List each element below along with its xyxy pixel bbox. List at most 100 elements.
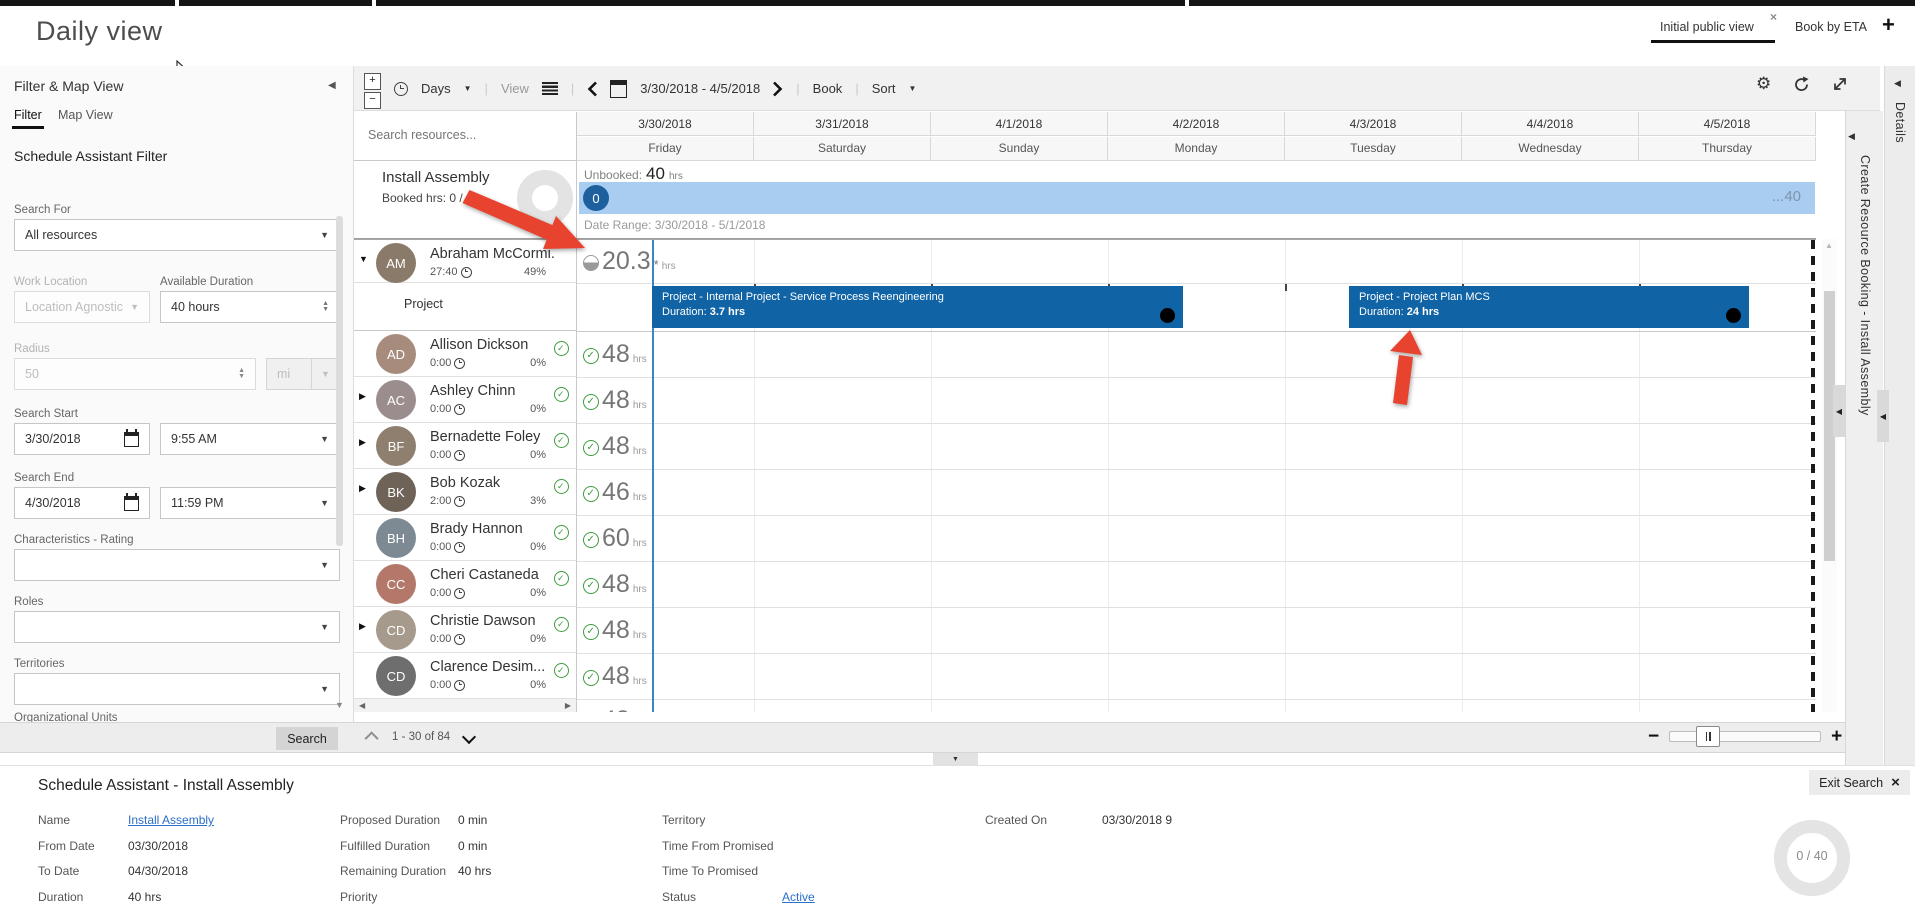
board-vscrollbar[interactable]: ▲ bbox=[1822, 239, 1837, 712]
unbooked-demand-bar[interactable]: 0 ...40 bbox=[579, 182, 1815, 214]
book-button[interactable]: Book bbox=[813, 81, 843, 96]
timeline-row-partial[interactable]: 48 bbox=[577, 700, 1816, 712]
zoom-in-button[interactable]: + bbox=[364, 73, 381, 90]
territories-select[interactable]: ▼ bbox=[14, 673, 340, 705]
tab-filter[interactable]: Filter bbox=[14, 108, 42, 122]
splitter-handle[interactable]: ◀ bbox=[1877, 390, 1889, 442]
timeline-row[interactable]: 48 hrs bbox=[577, 562, 1816, 608]
resource-row[interactable]: CC Cheri Castaneda 0:00 0% bbox=[354, 561, 576, 607]
booked-time: 0:00 bbox=[430, 403, 451, 415]
chevron-down-icon[interactable]: ▼ bbox=[464, 84, 472, 93]
available-duration-input[interactable]: 40 hours ▲▼ bbox=[160, 291, 340, 323]
name-link[interactable]: Install Assembly bbox=[128, 813, 214, 827]
collapse-panel-icon[interactable]: ◀ bbox=[328, 80, 336, 91]
search-start-time[interactable]: 9:55 AM ▼ bbox=[160, 423, 340, 455]
requirement-date-range: Date Range: 3/30/2018 - 5/1/2018 bbox=[584, 218, 765, 232]
active-tab-underline bbox=[1651, 40, 1775, 43]
calendar-icon[interactable] bbox=[124, 496, 139, 511]
calendar-icon[interactable] bbox=[124, 432, 139, 447]
zoom-in-icon[interactable]: + bbox=[1831, 726, 1842, 748]
resource-search-input[interactable] bbox=[366, 127, 560, 143]
resource-name[interactable]: Clarence Desim... bbox=[430, 659, 545, 675]
calendar-icon[interactable] bbox=[610, 80, 627, 98]
next-period-icon[interactable] bbox=[773, 81, 783, 97]
timeline-row[interactable]: 20.3* hrs bbox=[577, 240, 1816, 284]
timeline-row[interactable]: 48 hrs bbox=[577, 654, 1816, 700]
timeline-row[interactable]: 48 hrs bbox=[577, 378, 1816, 424]
annotation-arrow-availability bbox=[455, 185, 595, 265]
zoom-slider-track[interactable] bbox=[1669, 731, 1821, 742]
status-link[interactable]: Active bbox=[782, 890, 815, 904]
resource-name[interactable]: Bernadette Foley bbox=[430, 429, 540, 445]
scroll-up-icon[interactable]: ▲ bbox=[1825, 241, 1833, 250]
collapse-caret-icon[interactable]: ▼ bbox=[359, 254, 368, 264]
resource-name[interactable]: Allison Dickson bbox=[430, 337, 528, 353]
resource-row[interactable]: BH Brady Hannon 0:00 0% bbox=[354, 515, 576, 561]
tab-initial-public-view[interactable]: Initial public view bbox=[1660, 20, 1754, 34]
list-view-icon[interactable] bbox=[542, 82, 558, 95]
resource-row[interactable]: ▶ AC Ashley Chinn 0:00 0% bbox=[354, 377, 576, 423]
page-down-icon[interactable] bbox=[462, 729, 476, 743]
splitter-handle[interactable]: ◀ bbox=[1833, 385, 1845, 437]
available-check-icon bbox=[583, 394, 599, 410]
zoom-slider-handle[interactable] bbox=[1696, 726, 1720, 747]
search-for-select[interactable]: All resources ▼ bbox=[14, 219, 340, 251]
sort-button[interactable]: Sort bbox=[872, 81, 896, 96]
resource-row[interactable]: AD Allison Dickson 0:00 0% bbox=[354, 331, 576, 377]
booking-bar-project-plan-mcs[interactable]: Project - Project Plan MCS Duration: 24 … bbox=[1349, 286, 1749, 328]
search-end-date[interactable]: 4/30/2018 bbox=[14, 487, 150, 519]
add-tab-button[interactable]: + bbox=[1882, 12, 1895, 38]
details-strip-label[interactable]: Details bbox=[1893, 102, 1907, 143]
expand-caret-icon[interactable]: ▶ bbox=[359, 391, 366, 402]
scroll-left-icon[interactable]: ◀ bbox=[359, 701, 365, 710]
resource-subrow-project[interactable]: Project bbox=[354, 283, 576, 331]
timeline-row[interactable]: 48 hrs bbox=[577, 424, 1816, 470]
gear-icon[interactable]: ⚙ bbox=[1756, 74, 1771, 94]
resource-row[interactable]: ▶ BK Bob Kozak 2:00 3% bbox=[354, 469, 576, 515]
timeline-row[interactable]: 60 hrs bbox=[577, 516, 1816, 562]
stepper-icon[interactable]: ▲▼ bbox=[322, 301, 329, 313]
resource-name[interactable]: Cheri Castaneda bbox=[430, 567, 539, 583]
search-button[interactable]: Search bbox=[276, 727, 338, 750]
expand-caret-icon[interactable]: ▶ bbox=[359, 621, 366, 632]
previous-period-icon[interactable] bbox=[587, 81, 597, 97]
resource-row[interactable]: ▶ CD Christie Dawson 0:00 0% bbox=[354, 607, 576, 653]
booking-duration: Duration: 24 hrs bbox=[1359, 306, 1739, 318]
expand-caret-icon[interactable]: ▶ bbox=[359, 483, 366, 494]
resource-name[interactable]: Brady Hannon bbox=[430, 521, 523, 537]
create-booking-strip-label[interactable]: Create Resource Booking - Install Assemb… bbox=[1858, 155, 1872, 416]
tab-map-view[interactable]: Map View bbox=[58, 108, 113, 122]
scroll-right-icon[interactable]: ▶ bbox=[565, 701, 571, 710]
refresh-icon[interactable] bbox=[1793, 76, 1810, 93]
panel-scrollbar[interactable] bbox=[336, 216, 343, 546]
resource-name[interactable]: Bob Kozak bbox=[430, 475, 500, 491]
characteristics-select[interactable]: ▼ bbox=[14, 549, 340, 581]
date-range-label[interactable]: 3/30/2018 - 4/5/2018 bbox=[640, 81, 760, 96]
zoom-out-icon[interactable]: − bbox=[1648, 726, 1659, 748]
search-end-time[interactable]: 11:59 PM ▼ bbox=[160, 487, 340, 519]
resource-name[interactable]: Christie Dawson bbox=[430, 613, 536, 629]
timeline-row[interactable]: 48 hrs bbox=[577, 608, 1816, 654]
resource-row[interactable]: CD Clarence Desim... 0:00 0% bbox=[354, 653, 576, 699]
scroll-down-icon[interactable]: ▼ bbox=[335, 700, 344, 710]
zoom-out-button[interactable]: − bbox=[364, 92, 381, 109]
chevron-down-icon[interactable]: ▼ bbox=[909, 84, 917, 93]
timeline-row[interactable]: 48 hrs bbox=[577, 332, 1816, 378]
expand-left-icon[interactable]: ◀ bbox=[1894, 78, 1901, 89]
day-header-row: 3/30/2018 3/31/2018 4/1/2018 4/2/2018 4/… bbox=[577, 112, 1816, 161]
resource-name[interactable]: Ashley Chinn bbox=[430, 383, 515, 399]
search-start-date[interactable]: 3/30/2018 bbox=[14, 423, 150, 455]
exit-search-button[interactable]: Exit Search × bbox=[1809, 770, 1910, 795]
roles-select[interactable]: ▼ bbox=[14, 611, 340, 643]
timeline-row[interactable]: 46 hrs bbox=[577, 470, 1816, 516]
tab-book-by-eta[interactable]: Book by ETA bbox=[1795, 20, 1867, 34]
scale-select[interactable]: Days bbox=[421, 81, 451, 96]
resource-row[interactable]: ▶ BF Bernadette Foley 0:00 0% bbox=[354, 423, 576, 469]
hours-asterisk: * bbox=[654, 257, 659, 272]
resource-list-hscrollbar[interactable]: ◀ ▶ bbox=[354, 699, 576, 712]
expand-left-icon[interactable]: ◀ bbox=[1848, 131, 1855, 142]
close-tab-icon[interactable]: × bbox=[1770, 10, 1777, 24]
expand-caret-icon[interactable]: ▶ bbox=[359, 437, 366, 448]
booking-bar-service-process[interactable]: Project - Internal Project - Service Pro… bbox=[652, 286, 1183, 328]
expand-icon[interactable] bbox=[1832, 76, 1848, 92]
